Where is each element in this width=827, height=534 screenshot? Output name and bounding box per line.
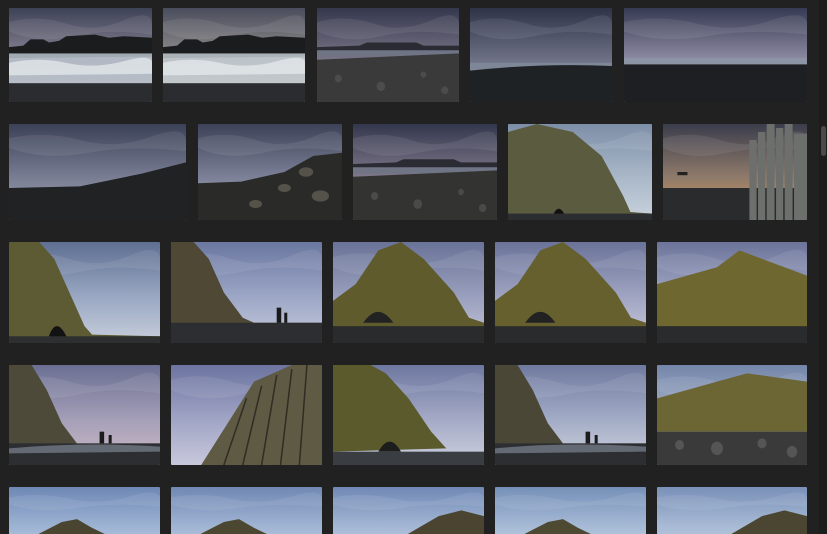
photo-thumbnail-r5-c1[interactable] (9, 487, 160, 534)
photo-thumbnail-r3-c1[interactable] (9, 242, 160, 343)
photo-thumbnail-r3-c5[interactable] (657, 242, 807, 343)
photo-thumbnail-r2-c2[interactable] (198, 124, 342, 220)
photo-thumbnail-r1-c5[interactable] (624, 8, 807, 102)
photo-thumbnail-r2-c5[interactable] (663, 124, 807, 220)
photo-thumbnail-r3-c4[interactable] (495, 242, 646, 343)
photo-grid (0, 0, 827, 534)
photo-thumbnail-r4-c2[interactable] (171, 365, 322, 465)
photo-thumbnail-r5-c5[interactable] (657, 487, 807, 534)
photo-thumbnail-r1-c3[interactable] (317, 8, 459, 102)
photo-thumbnail-r3-c3[interactable] (333, 242, 484, 343)
photo-thumbnail-r2-c1[interactable] (9, 124, 186, 220)
photo-thumbnail-r2-c3[interactable] (353, 124, 497, 220)
photo-thumbnail-r1-c2[interactable] (163, 8, 305, 102)
photo-thumbnail-r1-c1[interactable] (9, 8, 152, 102)
photo-thumbnail-r4-c4[interactable] (495, 365, 646, 465)
scrollbar-track[interactable] (819, 0, 827, 534)
photo-thumbnail-r5-c3[interactable] (333, 487, 484, 534)
photo-thumbnail-r5-c2[interactable] (171, 487, 322, 534)
photo-thumbnail-r5-c4[interactable] (495, 487, 646, 534)
photo-thumbnail-r1-c4[interactable] (470, 8, 612, 102)
photo-thumbnail-r4-c3[interactable] (333, 365, 484, 465)
photo-thumbnail-r4-c1[interactable] (9, 365, 160, 465)
scrollbar-thumb[interactable] (821, 126, 826, 156)
photo-thumbnail-r2-c4[interactable] (508, 124, 652, 220)
photo-thumbnail-r4-c5[interactable] (657, 365, 807, 465)
photo-thumbnail-r3-c2[interactable] (171, 242, 322, 343)
